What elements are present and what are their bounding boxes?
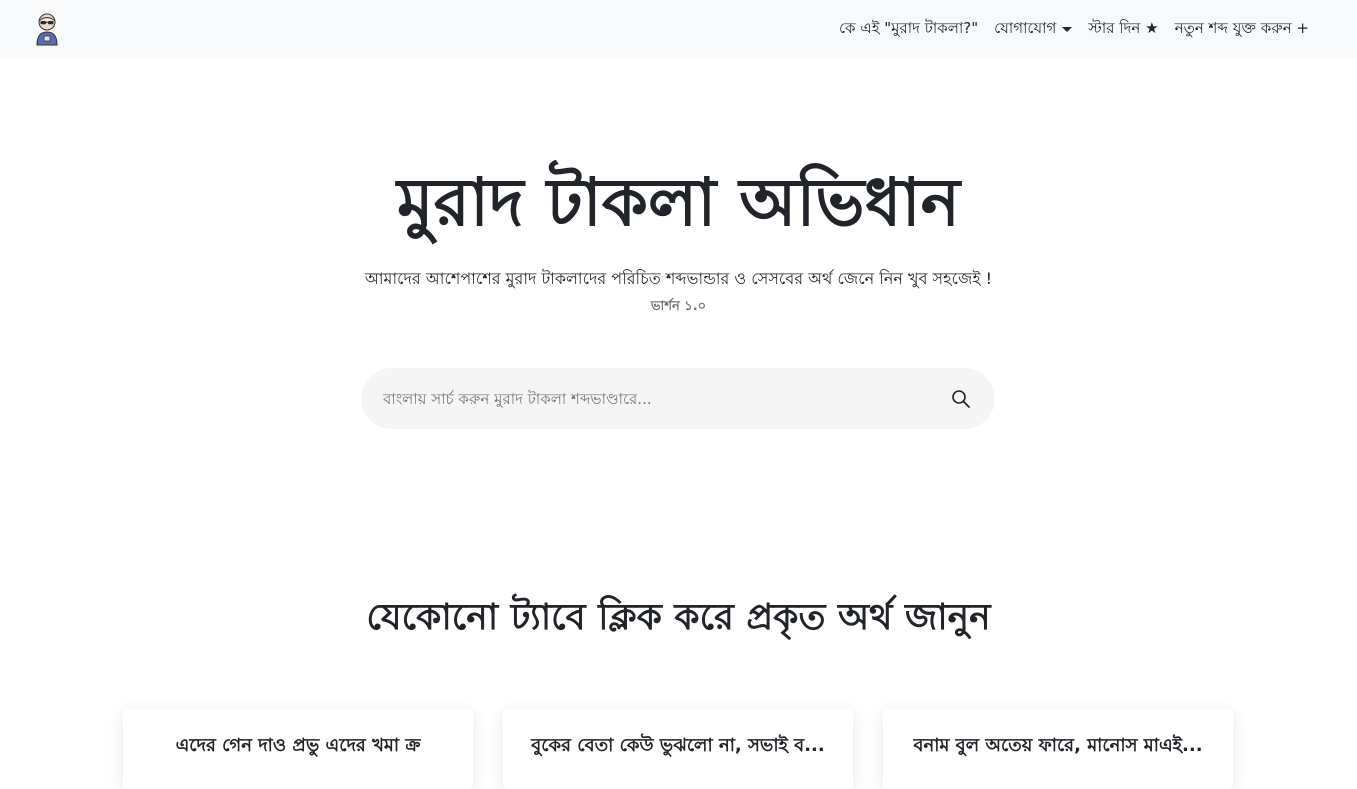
nav-contact-dropdown[interactable]: যোগাযোগ <box>986 17 1080 42</box>
word-card-title: এদের গেন দাও প্রভু এদের খমা ক্র <box>175 735 421 756</box>
nav-about-link[interactable]: কে এই "মুরাদ টাকলা?" <box>831 17 986 42</box>
word-card-title: বনাম বুল অতেয় ফারে, মানোস মাএই... <box>913 735 1203 756</box>
page-title: মুরাদ টাকলা অভিধান <box>396 164 961 241</box>
word-card-title: বুকের বেতা কেউ ভুঝলো না, সভাই ব... <box>531 735 825 756</box>
search-icon[interactable] <box>949 387 973 411</box>
nav-contact-label: যোগাযোগ <box>994 18 1057 37</box>
nav-add-word-label: নতুন শব্দ যুক্ত করুন + <box>1174 18 1309 37</box>
nav-star-link[interactable]: স্টার দিন ★ <box>1080 17 1166 42</box>
search-input[interactable] <box>383 378 941 419</box>
nav-links: কে এই "মুরাদ টাকলা?" যোগাযোগ স্টার দিন ★… <box>831 17 1317 42</box>
nav-star-label: স্টার দিন ★ <box>1088 18 1159 37</box>
nav-about-label: কে এই "মুরাদ টাকলা?" <box>838 18 979 37</box>
page-subtitle: আমাদের আশেপাশের মুরাদ টাকলাদের পরিচিত শব… <box>364 269 993 288</box>
nav-add-word-link[interactable]: নতুন শব্দ যুক্ত করুন + <box>1167 17 1317 42</box>
version-label: ভার্শন ১.০ <box>650 299 707 314</box>
word-card[interactable]: বুকের বেতা কেউ ভুঝলো না, সভাই ব... <box>503 709 853 789</box>
avatar-logo-icon[interactable] <box>34 12 60 46</box>
section-title: যেকোনো ট্যাবে ক্লিক করে প্রকৃত অর্থ জানু… <box>366 597 991 638</box>
navbar: কে এই "মুরাদ টাকলা?" যোগাযোগ স্টার দিন ★… <box>0 0 1357 58</box>
word-card[interactable]: বনাম বুল অতেয় ফারে, মানোস মাএই... <box>883 709 1233 789</box>
word-card[interactable]: এদের গেন দাও প্রভু এদের খমা ক্র <box>123 709 473 789</box>
search-bar <box>361 368 995 429</box>
caret-down-icon <box>1062 26 1073 32</box>
